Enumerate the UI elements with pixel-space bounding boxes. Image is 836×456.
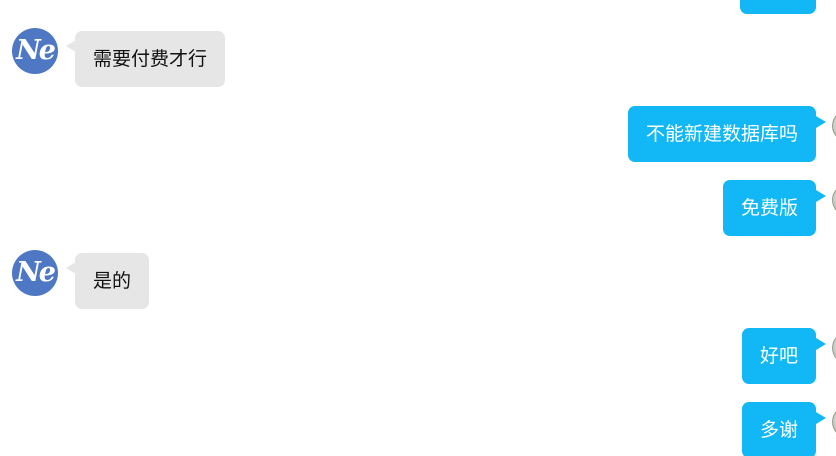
message-bubble-incoming[interactable]: 需要付费才行 [75,31,226,87]
message-bubble-outgoing[interactable]: 多谢 [741,402,816,456]
message-bubble-incoming[interactable]: 是的 [75,253,150,309]
user-avatar[interactable] [832,184,836,216]
message-bubble-outgoing[interactable]: 不能新建数据库吗 [627,106,816,162]
bubble-tail [816,412,826,424]
user-avatar[interactable] [832,332,836,364]
message-bubble-outgoing[interactable]: 免费版 [722,180,816,236]
bubble-tail [816,190,826,202]
contact-avatar[interactable]: Ne [12,250,58,296]
contact-avatar[interactable]: Ne [12,28,58,74]
bubble-tail [816,116,826,128]
bubble-tail [816,338,826,350]
chat-message-area: Ne 需要付费才行 不能新建数据库吗 免费版 Ne 是的 好吧 多谢 [0,0,836,456]
user-avatar[interactable] [832,110,836,142]
message-bubble-outgoing-partial [740,0,816,14]
user-avatar[interactable] [832,406,836,438]
message-bubble-outgoing[interactable]: 好吧 [741,328,816,384]
